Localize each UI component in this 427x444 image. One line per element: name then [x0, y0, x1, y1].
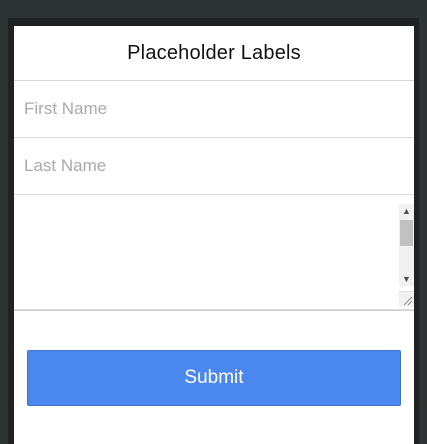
first-name-row [14, 81, 414, 138]
message-textarea[interactable] [14, 195, 398, 305]
textarea-scrollbar[interactable]: ▲ ▼ [399, 204, 414, 286]
app-background: Placeholder Labels ▲ ▼ Submit [0, 0, 427, 444]
scroll-up-arrow-icon[interactable]: ▲ [399, 204, 414, 218]
scroll-thumb[interactable] [400, 220, 413, 246]
submit-button[interactable]: Submit [27, 350, 401, 406]
form-card: Placeholder Labels ▲ ▼ Submit [14, 26, 414, 444]
header-bar: Placeholder Labels [14, 26, 414, 81]
page-title: Placeholder Labels [127, 41, 301, 64]
last-name-input[interactable] [14, 138, 414, 194]
divider [14, 310, 414, 311]
first-name-input[interactable] [14, 81, 414, 137]
message-row: ▲ ▼ [14, 195, 414, 310]
resize-grip-icon[interactable] [399, 291, 414, 307]
scroll-down-arrow-icon[interactable]: ▼ [399, 272, 414, 286]
last-name-row [14, 138, 414, 195]
